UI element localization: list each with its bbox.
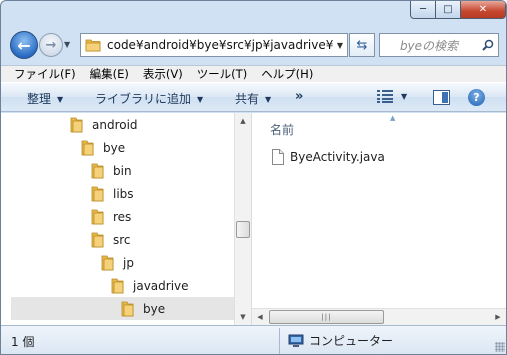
change-view-button[interactable]: ▼ (377, 90, 407, 103)
search-input[interactable]: byeの検索 (380, 37, 478, 54)
tree-item-label: res (113, 209, 132, 224)
scroll-left-icon[interactable]: ◀ (252, 309, 268, 325)
add-to-library-label: ライブラリに追加 (95, 92, 192, 106)
minimize-button[interactable]: ─ (410, 1, 436, 19)
share-label: 共有 (235, 92, 260, 106)
folder-icon (121, 301, 134, 316)
preview-pane-button[interactable] (433, 90, 450, 105)
tree-item-label: bye (103, 140, 126, 155)
address-path[interactable]: code¥android¥bye¥src¥jp¥javadrive¥bye (107, 38, 333, 52)
content-horizontal-scrollbar[interactable]: ◀ ||| ▶ (252, 308, 506, 325)
chevron-down-icon: ▼ (265, 95, 272, 104)
tree-item-javadrive[interactable]: javadrive (111, 274, 189, 297)
minimize-icon: ─ (419, 4, 427, 15)
back-button[interactable]: ← (10, 31, 38, 59)
maximize-button[interactable]: □ (436, 1, 461, 19)
tree-vertical-scrollbar[interactable]: ▲ ▼ (234, 113, 251, 325)
tree-item-label: jp (123, 255, 134, 270)
folder-icon (91, 232, 104, 247)
chevron-down-icon: ▼ (57, 95, 64, 104)
chevron-down-icon: ▼ (401, 92, 408, 101)
tree-item-bye[interactable]: bye (81, 136, 125, 159)
scroll-thumb[interactable]: ||| (269, 310, 384, 324)
folder-icon (85, 39, 101, 52)
view-details-icon (377, 90, 393, 103)
file-name: ByeActivity.java (290, 150, 385, 164)
close-button[interactable]: ✕ (461, 1, 506, 19)
tree-item-label: bye (143, 301, 166, 316)
menu-edit[interactable]: 編集(E) (90, 66, 129, 82)
document-icon (272, 149, 284, 165)
menu-file[interactable]: ファイル(F) (14, 66, 76, 82)
organize-button[interactable]: 整理 ▼ (27, 90, 63, 107)
scroll-right-icon[interactable]: ▶ (490, 309, 506, 325)
navigation-pane: android bye bin libs res src jp javadriv… (1, 113, 251, 325)
sort-ascending-icon: ▲ (390, 114, 396, 122)
tree-item-res[interactable]: res (91, 205, 131, 228)
chevron-down-icon: ▼ (64, 40, 71, 49)
search-box[interactable]: byeの検索 (379, 33, 499, 57)
folder-icon (101, 255, 114, 270)
scroll-down-icon[interactable]: ▼ (235, 309, 251, 325)
item-count: 1 個 (11, 335, 35, 349)
tree-item-bin[interactable]: bin (91, 159, 132, 182)
address-dropdown-icon[interactable]: ▼ (333, 41, 347, 50)
file-item[interactable]: ByeActivity.java (272, 149, 385, 165)
navigation-bar: ← → ▼ code¥android¥bye¥src¥jp¥javadrive¥… (1, 25, 506, 65)
recent-pages-button[interactable]: ▼ (64, 40, 70, 49)
menu-view[interactable]: 表示(V) (143, 66, 183, 82)
arrow-left-icon: ← (17, 35, 31, 55)
maximize-icon: □ (443, 4, 453, 15)
organize-label: 整理 (27, 92, 52, 106)
folder-icon (91, 163, 104, 178)
folder-icon (91, 209, 104, 224)
menu-bar: ファイル(F) 編集(E) 表示(V) ツール(T) ヘルプ(H) (1, 65, 506, 82)
menu-help[interactable]: ヘルプ(H) (261, 66, 313, 82)
add-to-library-button[interactable]: ライブラリに追加 ▼ (95, 90, 203, 107)
folder-icon (70, 117, 83, 132)
tree-item-libs[interactable]: libs (91, 182, 134, 205)
more-commands-button[interactable]: » (295, 89, 303, 104)
tree-item-label: libs (113, 186, 134, 201)
computer-icon (288, 334, 304, 347)
tree-item-bye-selected[interactable]: bye (11, 297, 234, 320)
tree-item-src[interactable]: src (91, 228, 131, 251)
chevron-down-icon: ▼ (197, 95, 204, 104)
share-button[interactable]: 共有 ▼ (235, 90, 271, 107)
tree-item-label: android (92, 117, 138, 132)
help-button[interactable]: ? (468, 89, 485, 106)
column-header-name[interactable]: 名前 (270, 121, 294, 138)
scroll-up-icon[interactable]: ▲ (235, 113, 251, 129)
arrow-right-icon: → (45, 37, 57, 53)
status-divider (279, 328, 280, 354)
folder-icon (111, 278, 124, 293)
scroll-thumb[interactable] (236, 221, 250, 238)
tree-item-android[interactable]: android (70, 113, 138, 136)
location-label: コンピューター (309, 334, 394, 348)
command-bar: 整理 ▼ ライブラリに追加 ▼ 共有 ▼ » ▼ ? (1, 82, 506, 112)
refresh-icon: ⇆ (356, 37, 368, 53)
explorer-window: ─ □ ✕ ← → ▼ code¥android¥bye¥src¥jp¥java… (0, 0, 507, 355)
folder-icon (91, 186, 104, 201)
menu-tools[interactable]: ツール(T) (197, 66, 248, 82)
caption-buttons: ─ □ ✕ (410, 1, 506, 19)
file-list-pane: ▲ 名前 ByeActivity.java ◀ ||| ▶ (252, 113, 506, 325)
address-bar[interactable]: code¥android¥bye¥src¥jp¥javadrive¥bye ▼ (80, 33, 348, 57)
close-icon: ✕ (478, 4, 488, 15)
tree-item-jp[interactable]: jp (101, 251, 134, 274)
tree-item-label: javadrive (133, 278, 189, 293)
folder-icon (81, 140, 94, 155)
resize-grip[interactable] (495, 342, 505, 352)
tree-item-label: src (113, 232, 131, 247)
forward-button[interactable]: → (39, 33, 63, 57)
search-icon[interactable] (478, 39, 498, 51)
tree-item-label: bin (113, 163, 132, 178)
status-location: コンピューター (288, 332, 393, 349)
status-bar: 1 個 コンピューター (1, 325, 506, 354)
help-icon: ? (473, 91, 480, 104)
refresh-button[interactable]: ⇆ (349, 33, 375, 57)
